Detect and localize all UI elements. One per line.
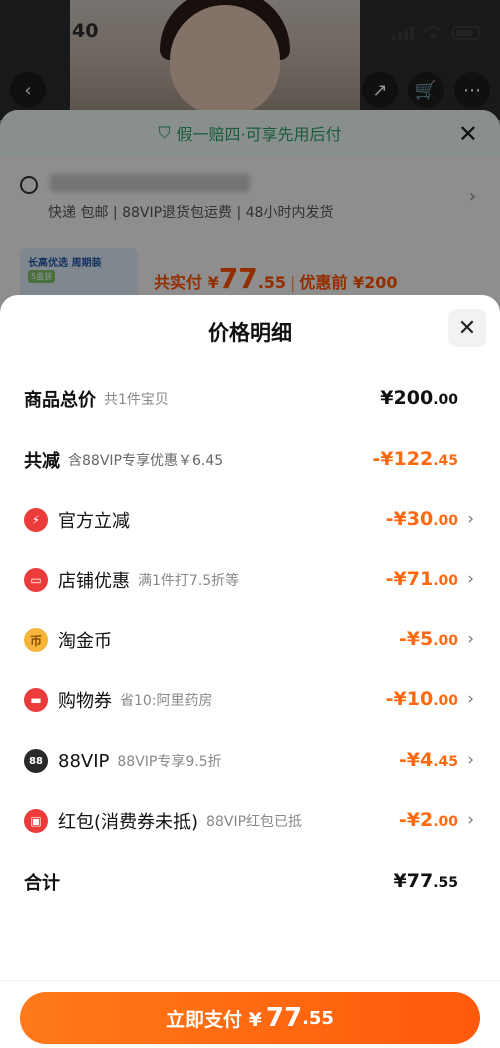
modal-close-button[interactable]: ✕: [448, 309, 486, 347]
row-amount: ¥200.00: [380, 387, 458, 409]
row-amount: -¥5.00: [398, 628, 458, 650]
chevron-right-icon: ›: [467, 509, 474, 529]
row-amount: -¥4.45: [398, 749, 458, 771]
pay-label: 立即支付 ¥: [166, 1008, 262, 1031]
pay-cents: .55: [302, 1007, 334, 1029]
row-label: 商品总价: [24, 390, 96, 411]
row-note: 共1件宝贝: [104, 392, 169, 408]
row-note: 含88VIP专享优惠￥6.45: [68, 453, 224, 469]
pay-amount: 77: [265, 1003, 303, 1033]
row-red-envelope[interactable]: ▣ 红包(消费券未抵) 88VIP红包已抵 -¥2.00 ›: [24, 801, 476, 841]
row-amount: ¥77.55: [393, 870, 458, 892]
row-label: 官方立减: [58, 511, 130, 532]
pay-now-button[interactable]: 立即支付 ¥77.55: [20, 992, 480, 1044]
row-subtotal: 商品总价 共1件宝贝 ¥200.00: [24, 379, 476, 419]
chevron-right-icon: ›: [467, 810, 474, 830]
row-note: 省10:阿里药房: [120, 693, 213, 709]
row-88vip[interactable]: 88 88VIP 88VIP专享9.5折 -¥4.45 ›: [24, 741, 476, 781]
red-envelope-icon: ▣: [24, 809, 48, 833]
chevron-right-icon: ›: [467, 569, 474, 589]
row-amount: -¥30.00: [385, 508, 458, 530]
wifi-icon: [424, 26, 442, 39]
row-label: 店铺优惠: [58, 571, 130, 592]
chevron-right-icon: ›: [467, 629, 474, 649]
row-label: 88VIP: [58, 750, 110, 772]
row-total-discount: 共减 含88VIP专享优惠￥6.45 -¥122.45: [24, 440, 476, 480]
row-label: 淘金币: [58, 631, 112, 652]
row-amount: -¥10.00: [385, 688, 458, 710]
row-note: 88VIP红包已抵: [206, 814, 303, 830]
row-official-discount[interactable]: ⚡ 官方立减 -¥30.00 ›: [24, 500, 476, 540]
row-label: 合计: [24, 873, 60, 894]
row-taojinbi[interactable]: 币 淘金币 -¥5.00 ›: [24, 620, 476, 660]
status-bar: 11:40: [0, 0, 500, 60]
row-label: 共减: [24, 451, 60, 472]
row-amount: -¥2.00: [398, 809, 458, 831]
voucher-icon: ▬: [24, 688, 48, 712]
status-time: 11:40: [38, 20, 99, 42]
close-icon: ✕: [457, 315, 477, 341]
row-note: 88VIP专享9.5折: [117, 754, 222, 770]
chevron-right-icon: ›: [467, 750, 474, 770]
signal-icon: [392, 26, 414, 40]
payment-footer: 立即支付 ¥77.55: [0, 980, 500, 1048]
chevron-right-icon: ›: [467, 689, 474, 709]
row-shop-discount[interactable]: ▭ 店铺优惠 满1件打7.5折等 -¥71.00 ›: [24, 560, 476, 600]
row-voucher[interactable]: ▬ 购物券 省10:阿里药房 -¥10.00 ›: [24, 680, 476, 720]
lightning-icon: ⚡: [24, 508, 48, 532]
row-amount: -¥71.00: [385, 568, 458, 590]
battery-icon: [452, 26, 480, 40]
price-detail-modal: 价格明细 ✕ 商品总价 共1件宝贝 ¥200.00 共减 含88VIP专享优惠￥…: [0, 295, 500, 1048]
shop-icon: ▭: [24, 568, 48, 592]
row-amount: -¥122.45: [372, 448, 458, 470]
coin-icon: 币: [24, 628, 48, 652]
row-label: 购物券: [58, 691, 112, 712]
row-note: 满1件打7.5折等: [138, 573, 240, 589]
row-label: 红包(消费券未抵): [58, 812, 199, 833]
modal-title: 价格明细: [208, 321, 292, 345]
status-icons: [392, 24, 480, 40]
row-grand-total: 合计 ¥77.55: [24, 862, 476, 902]
vip88-icon: 88: [24, 749, 48, 773]
